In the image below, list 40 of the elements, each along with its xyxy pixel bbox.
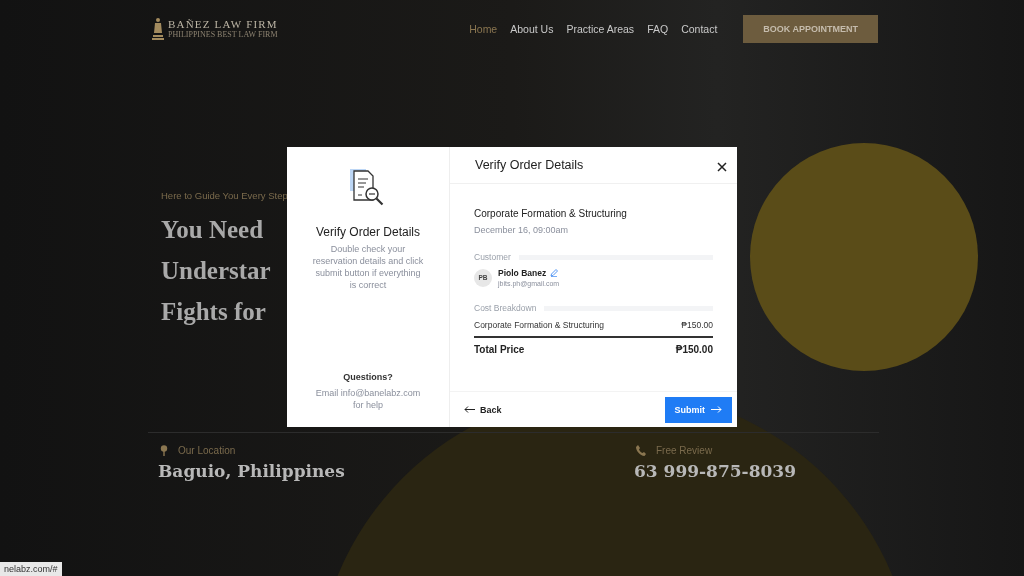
questions-title: Questions? xyxy=(343,372,393,382)
info-label: Free Review xyxy=(656,445,713,456)
cost-item-label: Corporate Formation & Structuring xyxy=(474,320,604,330)
nav-link[interactable]: Contact xyxy=(681,23,718,35)
section-label: Customer xyxy=(474,252,511,262)
dialog-title: Verify Order Details xyxy=(475,158,584,172)
close-icon[interactable] xyxy=(717,162,727,172)
hero-headline: Fights for xyxy=(161,297,267,327)
arrow-right-icon xyxy=(711,406,722,413)
statue-icon xyxy=(152,17,164,41)
appointment-datetime: December 16, 09:00am xyxy=(474,225,570,235)
logo-name: BAÑEZ LAW FIRM xyxy=(168,18,278,30)
edit-icon[interactable] xyxy=(550,269,559,277)
book-appointment-button[interactable]: BOOK APPOINTMENT xyxy=(743,15,878,43)
nav-link[interactable]: Home xyxy=(469,23,498,35)
info-value: Baguio, Philippines xyxy=(158,461,346,481)
total-amount: ₱150.00 xyxy=(675,344,713,355)
arrow-left-icon xyxy=(464,406,475,413)
submit-button[interactable]: Submit xyxy=(664,396,732,423)
status-bar-url: nelabz.com/# xyxy=(0,562,62,576)
total-label: Total Price xyxy=(474,344,525,355)
nav-link[interactable]: FAQ xyxy=(647,23,669,35)
hero-headline: Understar xyxy=(161,256,272,286)
hero-headline: You Need xyxy=(161,215,265,245)
phone-icon xyxy=(636,445,646,456)
cost-item-amount: ₱150.00 xyxy=(681,320,713,330)
nav-link[interactable]: About Us xyxy=(510,23,554,35)
back-button[interactable]: Back xyxy=(464,404,502,415)
customer-name: Piolo Banez xyxy=(498,268,547,278)
nav-link[interactable]: Practice Areas xyxy=(566,23,635,35)
hero-eyebrow: Here to Guide You Every Step xyxy=(161,190,287,201)
questions-text: Email info@banelabz.com for help xyxy=(314,387,422,411)
side-title: Verify Order Details xyxy=(315,225,420,239)
pin-icon xyxy=(160,445,168,456)
section-label: Cost Breakdown xyxy=(474,303,537,313)
side-description: Double check your reservation details and click submit button if everything is correct xyxy=(312,243,424,291)
service-name: Corporate Formation & Structuring xyxy=(474,208,628,219)
info-label: Our Location xyxy=(178,445,236,456)
info-value: 63 999-875-8039 xyxy=(634,461,797,481)
logo-tagline: PHILIPPINES BEST LAW FIRM xyxy=(168,30,278,40)
